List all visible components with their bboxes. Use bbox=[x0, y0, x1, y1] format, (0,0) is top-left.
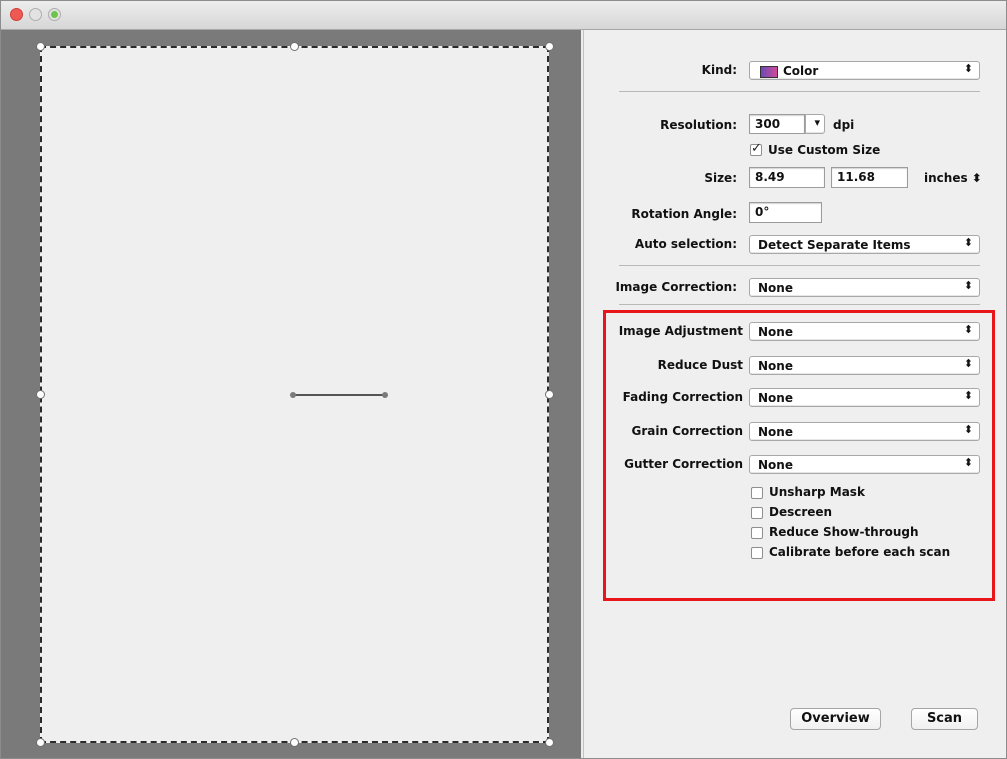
selection-handle-bottom-right[interactable] bbox=[545, 738, 554, 747]
rotation-angle-field[interactable]: 0° bbox=[749, 202, 822, 223]
selection-handle-bottom[interactable] bbox=[290, 738, 299, 747]
highlight-box bbox=[603, 310, 995, 601]
minimize-button[interactable] bbox=[29, 8, 42, 21]
resolution-value: 300 bbox=[755, 117, 781, 131]
dropdown-arrow-icon: ▾ bbox=[814, 116, 820, 129]
popup-arrows-icon: ⬍ bbox=[963, 236, 973, 249]
resolution-dropdown-button[interactable]: ▾ bbox=[805, 114, 825, 134]
selection-handle-right[interactable] bbox=[545, 390, 554, 399]
image-correction-popup[interactable]: None ⬍ bbox=[749, 278, 980, 297]
rotation-guide-handle-right[interactable] bbox=[382, 392, 388, 398]
divider bbox=[619, 304, 980, 305]
auto-selection-label: Auto selection: bbox=[634, 237, 737, 251]
size-width-field[interactable]: 8.49 bbox=[749, 167, 825, 188]
color-kind-icon bbox=[760, 66, 778, 78]
overview-button[interactable]: Overview bbox=[790, 708, 881, 730]
popup-arrows-icon: ⬍ bbox=[963, 279, 973, 292]
resolution-unit: dpi bbox=[833, 118, 855, 132]
size-height-field[interactable]: 11.68 bbox=[831, 167, 908, 188]
title-bar bbox=[1, 1, 1006, 30]
selection-handle-top[interactable] bbox=[290, 42, 299, 51]
use-custom-size-label: Use Custom Size bbox=[768, 143, 881, 157]
selection-handle-bottom-left[interactable] bbox=[36, 738, 45, 747]
selection-handle-left[interactable] bbox=[36, 390, 45, 399]
zoom-button[interactable] bbox=[48, 8, 61, 21]
selection-handle-top-left[interactable] bbox=[36, 42, 45, 51]
auto-selection-popup[interactable]: Detect Separate Items ⬍ bbox=[749, 235, 980, 254]
use-custom-size-checkbox[interactable] bbox=[750, 141, 762, 156]
image-correction-value: None bbox=[758, 281, 793, 295]
size-unit-value: inches bbox=[924, 171, 968, 185]
popup-arrows-icon: ⬍ bbox=[963, 62, 973, 75]
resolution-label: Resolution: bbox=[660, 118, 737, 132]
selection-handle-top-right[interactable] bbox=[545, 42, 554, 51]
size-label: Size: bbox=[704, 171, 737, 185]
rotation-guide-line[interactable] bbox=[290, 392, 388, 398]
rotation-angle-label: Rotation Angle: bbox=[631, 207, 737, 221]
close-button[interactable] bbox=[10, 8, 23, 21]
scan-preview-area bbox=[1, 30, 581, 758]
resolution-combo[interactable]: 300 bbox=[749, 114, 805, 134]
size-unit-popup[interactable]: inches ⬍ bbox=[924, 171, 982, 185]
auto-selection-value: Detect Separate Items bbox=[758, 238, 911, 252]
image-correction-label: Image Correction: bbox=[615, 280, 737, 294]
kind-popup[interactable]: Color ⬍ bbox=[749, 61, 980, 80]
popup-arrows-icon: ⬍ bbox=[971, 171, 982, 185]
divider bbox=[619, 265, 980, 266]
kind-label: Kind: bbox=[701, 63, 737, 77]
scan-button[interactable]: Scan bbox=[911, 708, 978, 730]
rotation-guide-handle-left[interactable] bbox=[290, 392, 296, 398]
scanner-window: Kind: Color ⬍ Resolution: 300 ▾ dpi Use … bbox=[0, 0, 1007, 759]
kind-value: Color bbox=[783, 64, 819, 78]
divider bbox=[619, 91, 980, 92]
